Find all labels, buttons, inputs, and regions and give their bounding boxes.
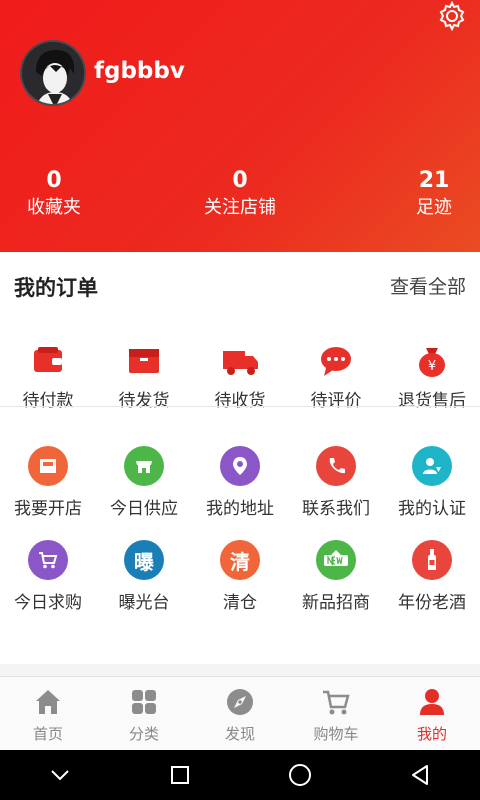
service-my-certification[interactable]: 我的认证 [384,446,480,519]
stat-label: 足迹 [416,197,452,218]
tab-label: 购物车 [313,725,359,743]
stat-label: 关注店铺 [204,197,276,218]
service-label: 我的地址 [206,499,274,519]
location-icon [220,446,260,486]
order-pending-review[interactable]: 待评价 [288,344,384,411]
wine-bottle-icon [412,540,452,580]
service-label: 今日供应 [110,499,178,519]
service-label: 新品招商 [302,593,370,613]
order-pending-shipment[interactable]: 待发货 [96,344,192,411]
service-today-purchase[interactable]: 今日求购 [0,540,96,613]
tab-label: 我的 [416,725,447,743]
order-label: 待收货 [214,391,266,411]
system-nav-bar [0,750,480,800]
service-label: 我要开店 [14,499,82,519]
back-triangle-icon [412,765,428,785]
order-label: 退货售后 [398,391,466,411]
services-row-1: 我要开店 今日供应 我的地址 联系我们 我的认证 [0,446,480,519]
services-row-2: 今日求购 曝 曝光台 清 清仓 新品招商 年份老酒 [0,540,480,613]
new-badge-icon [316,540,356,580]
cart-icon [28,540,68,580]
stat-value: 0 [46,168,62,193]
content-panel: 我的订单 查看全部 待付款 待发货 待收货 待评价 ¥ 退货售后 我要开店 今日… [0,252,480,664]
wallet-icon [34,347,62,372]
tab-label: 发现 [224,725,255,743]
service-contact-us[interactable]: 联系我们 [288,446,384,519]
stat-value: 21 [418,168,450,193]
service-new-products[interactable]: 新品招商 [288,540,384,613]
profile-page: fgbbbv 0 收藏夹 0 关注店铺 21 足迹 我的订单 查看全部 待付款 [0,0,480,800]
cart-icon [323,690,350,715]
store-icon [124,446,164,486]
service-label: 清仓 [223,593,257,613]
tab-home[interactable]: 首页 [0,677,96,750]
bottom-tab-bar: 首页 分类 发现 购物车 我的 [0,676,480,750]
tab-discover[interactable]: 发现 [192,677,288,750]
service-vintage-liquor[interactable]: 年份老酒 [384,540,480,613]
compass-icon [227,689,253,715]
order-label: 待发货 [118,391,170,411]
view-all-orders-link[interactable]: 查看全部 [390,272,466,299]
service-open-shop[interactable]: 我要开店 [0,446,96,519]
service-label: 联系我们 [302,499,370,519]
stat-label: 收藏夹 [27,197,81,218]
service-label: 今日求购 [14,593,82,613]
user-avatar-portrait [22,42,84,104]
service-clearance[interactable]: 清 清仓 [192,540,288,613]
gear-icon[interactable] [436,0,468,32]
phone-icon [316,446,356,486]
shop-icon [28,446,68,486]
stat-footprints[interactable]: 21 足迹 [364,168,480,222]
tab-label: 分类 [128,725,159,743]
service-label: 曝光台 [118,593,170,613]
order-label: 待付款 [22,391,74,411]
truck-icon [223,351,258,375]
nav-recents-button[interactable] [132,750,228,800]
exposure-icon: 曝 [124,540,164,580]
tab-category[interactable]: 分类 [96,677,192,750]
nav-collapse-button[interactable] [12,750,108,800]
stat-value: 0 [232,168,248,193]
orders-title: 我的订单 [14,276,98,300]
square-icon [171,766,189,784]
order-status-row: 待付款 待发货 待收货 待评价 ¥ 退货售后 [0,344,480,411]
clearance-icon: 清 [220,540,260,580]
order-label: 待评价 [310,391,362,411]
order-pending-payment[interactable]: 待付款 [0,344,96,411]
avatar[interactable] [20,40,86,106]
chevron-down-icon [51,770,69,781]
nav-home-button[interactable] [252,750,348,800]
order-pending-receipt[interactable]: 待收货 [192,344,288,411]
nav-back-button[interactable] [372,750,468,800]
circle-icon [289,764,311,786]
chat-bubble-icon [321,347,351,376]
stat-followed-shops[interactable]: 0 关注店铺 [170,168,310,222]
divider [0,406,480,407]
service-exposure[interactable]: 曝 曝光台 [96,540,192,613]
profile-header: fgbbbv 0 收藏夹 0 关注店铺 21 足迹 [0,0,480,252]
verified-user-icon [412,446,452,486]
service-today-supply[interactable]: 今日供应 [96,446,192,519]
tab-cart[interactable]: 购物车 [288,677,384,750]
stat-favorites[interactable]: 0 收藏夹 [0,168,124,222]
tab-label: 首页 [32,725,63,743]
tab-mine[interactable]: 我的 [384,677,480,750]
category-grid-icon [132,690,156,714]
money-bag-icon: ¥ [419,348,445,377]
service-label: 年份老酒 [398,593,466,613]
username: fgbbbv [94,58,185,84]
service-label: 我的认证 [398,499,466,519]
svg-text:¥: ¥ [428,359,436,374]
service-my-address[interactable]: 我的地址 [192,446,288,519]
order-refund-aftersale[interactable]: ¥ 退货售后 [384,344,480,411]
box-icon [129,349,159,373]
person-icon [420,689,444,715]
home-icon [36,690,60,714]
